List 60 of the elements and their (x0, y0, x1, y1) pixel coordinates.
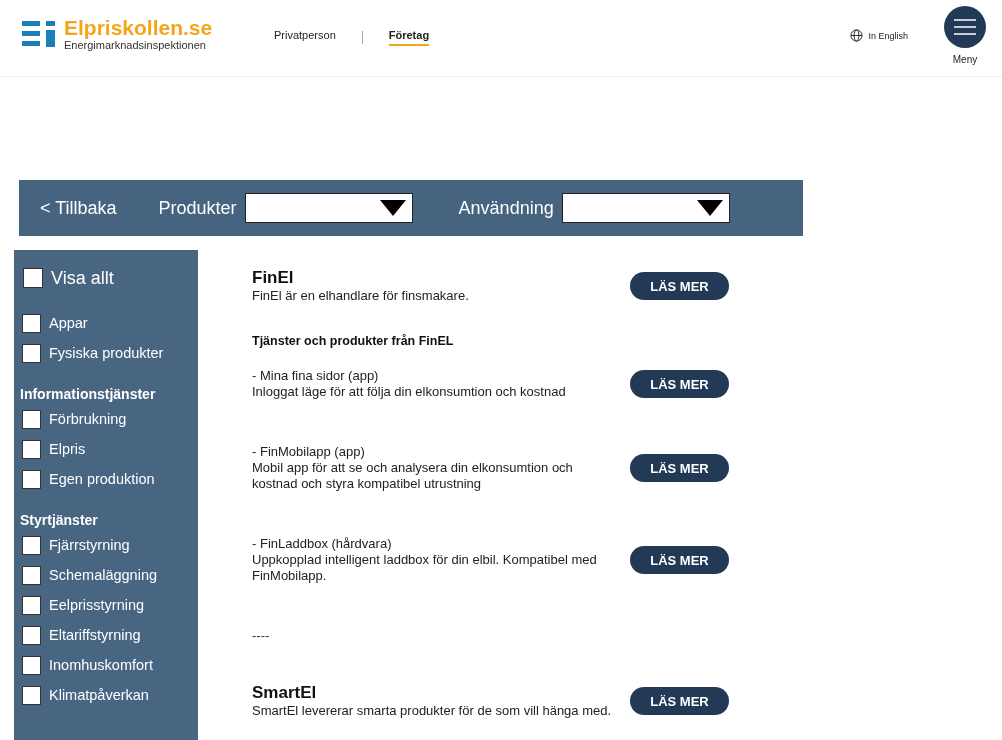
logo-title: Elpriskollen.se (64, 17, 213, 39)
dash-separator: ---- (252, 628, 271, 643)
checkbox[interactable] (23, 268, 43, 288)
product-description: Uppkopplad intelligent laddbox för din elbil. Kompatibel med FinMobilapp. (252, 552, 598, 584)
provider-title: SmartEl (252, 683, 318, 703)
checkbox-label: Fysiska produkter (49, 345, 164, 361)
checkbox[interactable] (22, 655, 41, 675)
menu-label: Meny (952, 54, 978, 65)
menu-icon (954, 19, 976, 35)
checkbox-label: Förbrukning (49, 411, 127, 427)
logo-subtitle: Energimarknadsinspektionen (64, 39, 207, 51)
checkbox[interactable] (22, 565, 41, 585)
read-more-button[interactable]: LÄS MER (630, 687, 729, 715)
filter-label: Användning (458, 197, 554, 219)
logo-icon (22, 21, 56, 47)
product-title: - Mina fina sidor (app) (252, 368, 380, 384)
read-more-button[interactable]: LÄS MER (630, 272, 729, 300)
provider-title: FinEl (252, 268, 295, 288)
nav-link[interactable]: Privatperson (274, 29, 336, 46)
product-title: - FinMobilapp (app) (252, 444, 366, 460)
checkbox[interactable] (22, 685, 41, 705)
product-title: - FinLaddbox (hårdvara) (252, 536, 393, 552)
dropdown-arrow-icon (379, 200, 406, 216)
back-link[interactable]: < Tillbaka (40, 197, 117, 219)
checkbox[interactable] (22, 469, 41, 489)
checkbox[interactable] (22, 409, 41, 429)
product-description: Mobil app för att se och analysera din elkonsumtion och kostnad och styra kompatibel utrustning (252, 460, 574, 492)
group-heading: Styrtjänster (20, 512, 99, 528)
checkbox-label: Eelprisstyrning (49, 597, 145, 613)
checkbox-label: Visa allt (51, 267, 114, 289)
checkbox[interactable] (22, 439, 41, 459)
language-link[interactable]: In English (850, 29, 908, 42)
group-heading: Informationstjänster (20, 386, 157, 402)
checkbox[interactable] (22, 535, 41, 555)
provider-description: SmartEl levererar smarta produkter för de som vill hänga med. (252, 703, 613, 719)
checkbox-label: Klimatpåverkan (49, 687, 149, 703)
checkbox-label: Eltariffstyrning (49, 627, 141, 643)
checkbox[interactable] (22, 313, 41, 333)
provider-description: FinEl är en elhandlare för finsmakare. (252, 288, 470, 304)
read-more-button[interactable]: LÄS MER (630, 370, 729, 398)
globe-icon (850, 29, 864, 42)
menu-button[interactable] (944, 6, 986, 48)
checkbox[interactable] (22, 343, 41, 363)
checkbox-label: Fjärrstyrning (49, 537, 130, 553)
read-more-button[interactable]: LÄS MER (630, 454, 729, 482)
checkbox[interactable] (22, 595, 41, 615)
filter-select[interactable] (244, 193, 413, 223)
checkbox-label: Inomhuskomfort (49, 657, 153, 673)
checkbox-label: Schemaläggning (49, 567, 158, 583)
checkbox-label: Appar (49, 315, 88, 331)
read-more-button[interactable]: LÄS MER (630, 546, 729, 574)
filter-select[interactable] (561, 193, 730, 223)
product-description: Inloggat läge för att följa din elkonsumtion och kostnad (252, 384, 567, 400)
filter-label: Produkter (158, 197, 237, 219)
nav-link[interactable]: Företag (388, 29, 430, 46)
dropdown-arrow-icon (696, 200, 723, 216)
checkbox-label: Egen produktion (49, 471, 155, 487)
checkbox-label: Elpris (49, 441, 86, 457)
section-heading: Tjänster och produkter från FinEL (252, 334, 455, 348)
checkbox[interactable] (22, 625, 41, 645)
